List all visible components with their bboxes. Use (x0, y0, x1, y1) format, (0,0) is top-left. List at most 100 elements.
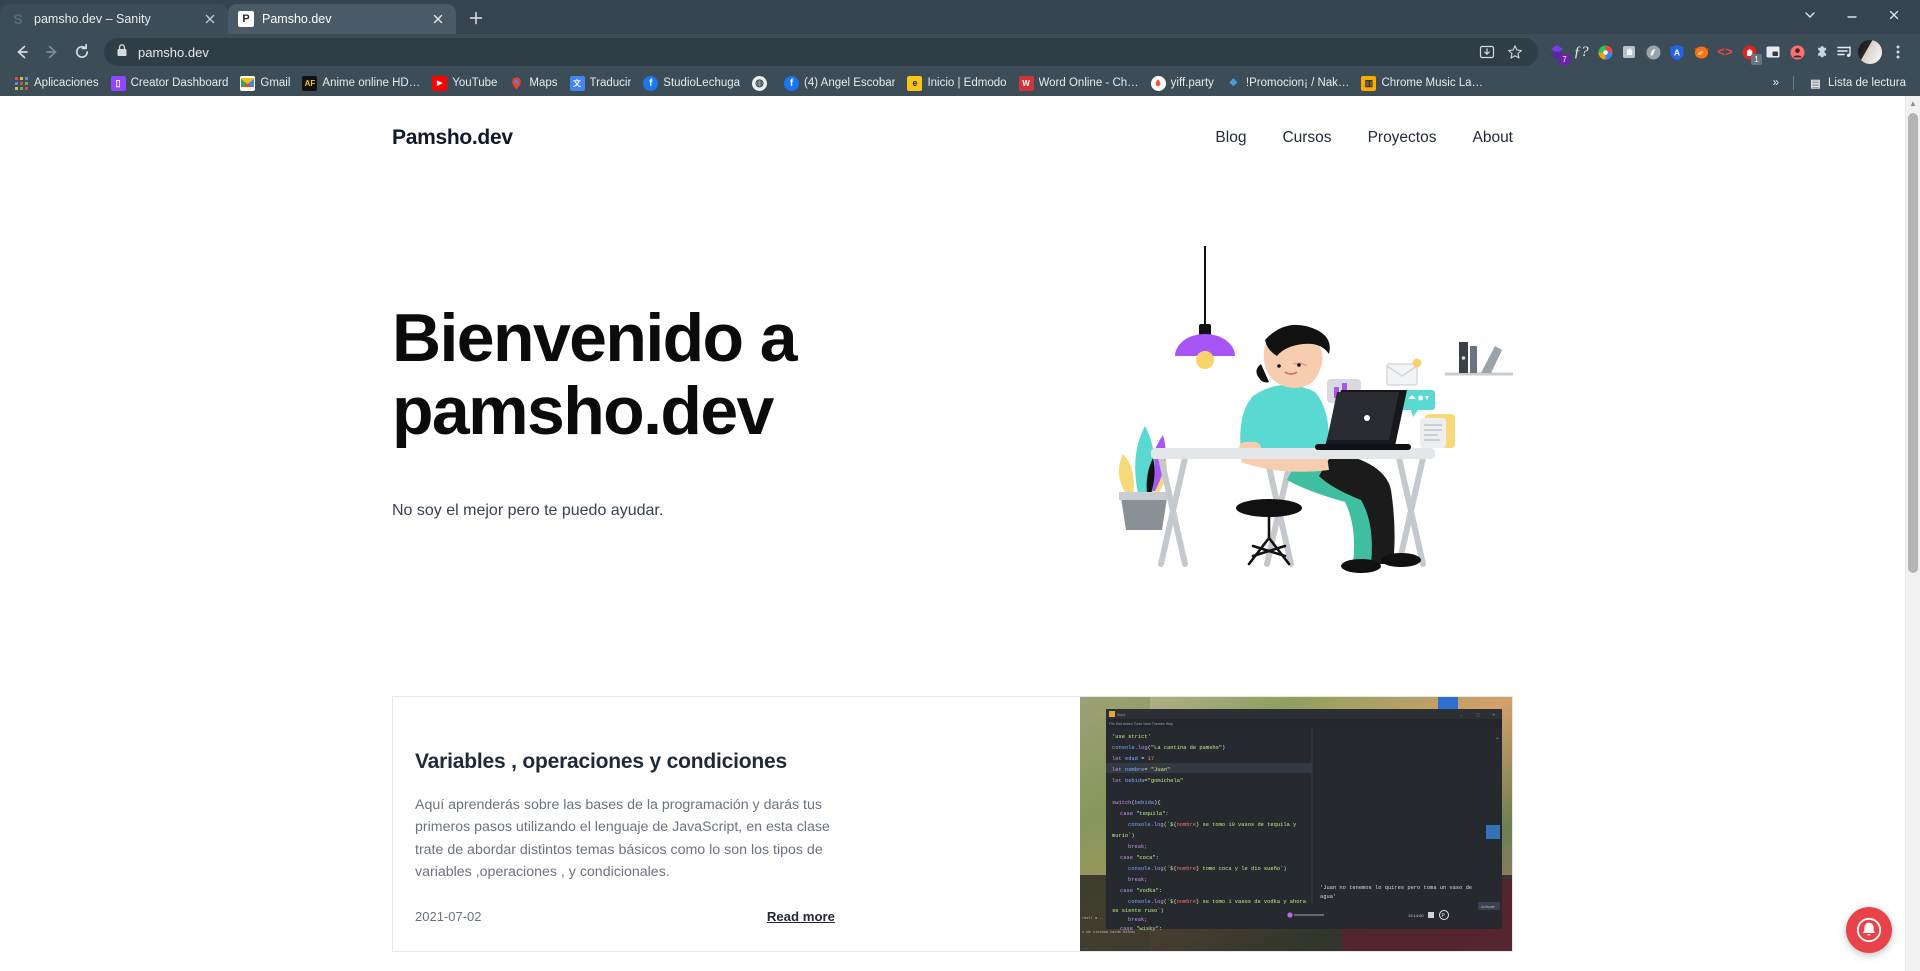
bookmark-studiolechuga[interactable]: f StudioLechuga (637, 74, 746, 93)
read-more-link[interactable]: Read more (767, 909, 835, 924)
color-picker-extension-icon[interactable] (1594, 41, 1616, 63)
pamsho-favicon-icon: P (238, 11, 254, 27)
nav-link-proyectos[interactable]: Proyectos (1368, 129, 1437, 147)
forward-icon[interactable] (38, 38, 66, 66)
stop-hand-extension-icon[interactable]: 1 (1738, 41, 1762, 65)
svg-text:13:14:00: 13:14:00 (1408, 913, 1424, 918)
extension-badge: 7 (1559, 54, 1570, 65)
bookmark-label: Creator Dashboard (130, 77, 229, 89)
web-page: Pamsho.dev Blog Cursos Proyectos About B… (0, 96, 1905, 971)
user-avatar-extension-icon[interactable] (1786, 41, 1808, 63)
svg-text:murio`): murio`) (1112, 833, 1135, 839)
back-icon[interactable] (8, 38, 36, 66)
firefox-extension-icon[interactable] (1690, 41, 1712, 63)
bookmark-youtube[interactable]: ▶ YouTube (426, 74, 503, 93)
privacy-badger-extension-icon[interactable] (1642, 41, 1664, 63)
page-viewport: Pamsho.dev Blog Cursos Proyectos About B… (0, 96, 1920, 971)
svg-text:console.log("La cantina de pam: console.log("La cantina de pamsho") (1112, 745, 1225, 751)
install-app-icon[interactable] (1476, 41, 1498, 63)
tab-pamsho[interactable]: P Pamsho.dev (228, 4, 456, 34)
twitch-icon: ▯ (110, 75, 126, 91)
svg-text:break;: break; (1128, 877, 1147, 883)
svg-text:case "vodka":: case "vodka": (1120, 888, 1162, 894)
browser-window: S pamsho.dev – Sanity P Pamsho.dev pamsh… (0, 0, 1920, 971)
svg-text:case "coca":: case "coca": (1120, 855, 1159, 861)
bookmark-aplicaciones[interactable]: Aplicaciones (8, 74, 105, 93)
lock-icon (116, 43, 128, 62)
bookmark-yiff-party[interactable]: yiff.party (1145, 74, 1220, 93)
svg-text:Sumi: Sumi (1117, 713, 1125, 717)
bookmark-gmail[interactable]: Gmail (234, 74, 296, 93)
grayscale-hand-extension-icon[interactable] (1618, 41, 1640, 63)
puzzle-extensions-icon[interactable] (1810, 41, 1832, 63)
bookmark-chrome-music-lab[interactable]: ▥ Chrome Music La… (1355, 74, 1489, 93)
reading-list-button[interactable]: ▤ Lista de lectura (1802, 74, 1912, 93)
svg-text:break;: break; (1128, 917, 1147, 923)
bookmark-maps[interactable]: Maps (503, 74, 563, 93)
svg-text:rbell m...: rbell m... (1082, 916, 1104, 921)
svg-text:Activate: Activate (1481, 904, 1496, 909)
close-icon[interactable] (430, 11, 446, 27)
chrome-menu-icon[interactable] (1884, 38, 1912, 66)
hero-title: Bienvenido a pamsho.dev (392, 299, 952, 449)
tab-strip: S pamsho.dev – Sanity P Pamsho.dev (0, 0, 1920, 34)
bookmark-label: yiff.party (1170, 77, 1214, 89)
site-brand[interactable]: Pamsho.dev (392, 126, 513, 150)
svg-text:...: ... (1082, 947, 1088, 951)
nav-link-blog[interactable]: Blog (1215, 129, 1246, 147)
reading-list-music-icon[interactable] (1834, 41, 1856, 63)
notification-bell-icon[interactable] (1846, 907, 1892, 953)
tab-search-button[interactable] (1790, 0, 1830, 30)
nakama-icon: ❖ (1228, 77, 1238, 89)
bookmark-traducir[interactable]: 文 Traducir (564, 74, 638, 93)
svg-text:A: A (1674, 47, 1680, 57)
browser-toolbar: pamsho.dev 7 ƒ? A <> 1 (0, 34, 1920, 70)
bookmark-label: !Promocion¡ / Nak… (1245, 77, 1350, 89)
tab-sanity[interactable]: S pamsho.dev – Sanity (0, 4, 228, 34)
chrome-music-lab-icon: ▥ (1361, 75, 1377, 91)
page-scrollbar[interactable]: ▲ (1905, 96, 1920, 971)
svg-text:case "tequila":: case "tequila": (1120, 811, 1169, 817)
hero-text: Bienvenido a pamsho.dev No soy el mejor … (392, 299, 952, 521)
picture-in-picture-icon[interactable] (1762, 41, 1784, 63)
svg-text:let bebida="gomichela": let bebida="gomichela" (1112, 778, 1183, 784)
new-tab-button[interactable] (462, 4, 490, 32)
bookmark-creator-dashboard[interactable]: ▯ Creator Dashboard (105, 74, 235, 93)
scrollbar-thumb[interactable] (1908, 113, 1918, 573)
svg-text:break;: break; (1128, 844, 1147, 850)
adblock-extension-icon[interactable]: A (1666, 41, 1688, 63)
post-title[interactable]: Variables , operaciones y condiciones (415, 750, 1024, 774)
hero-title-line-2: pamsho.dev (392, 373, 774, 449)
bookmark-label: YouTube (452, 77, 498, 89)
bookmark-globe[interactable]: ◍ (746, 74, 778, 93)
google-translate-icon: 文 (569, 75, 585, 91)
star-icon[interactable] (1504, 41, 1526, 63)
font-inspector-extension-icon[interactable]: ƒ? (1570, 41, 1592, 63)
bookmark-label: Anime online HD… (322, 77, 421, 89)
nav-link-about[interactable]: About (1472, 129, 1513, 147)
close-icon[interactable] (202, 11, 218, 27)
reload-icon[interactable] (68, 38, 96, 66)
bookmark-promocion-nakama[interactable]: ❖ !Promocion¡ / Nak… (1220, 74, 1356, 93)
nav-link-cursos[interactable]: Cursos (1282, 129, 1331, 147)
bookmark-inicio-edmodo[interactable]: e Inicio | Edmodo (901, 74, 1012, 93)
svg-text:'Juan no tenemos lo quires per: 'Juan no tenemos lo quires pero toma un … (1320, 885, 1472, 891)
edmodo-icon: e (907, 75, 923, 91)
code-brackets-extension-icon[interactable]: <> (1714, 41, 1736, 63)
minimize-button[interactable] (1832, 0, 1872, 30)
site-nav: Blog Cursos Proyectos About (1215, 129, 1513, 147)
profile-avatar[interactable] (1858, 40, 1882, 64)
post-card[interactable]: Variables , operaciones y condiciones Aq… (392, 696, 1513, 952)
address-bar[interactable]: pamsho.dev (104, 38, 1538, 66)
svg-text:▢: ▢ (1476, 712, 1480, 717)
bookmark-angel-escobar[interactable]: f (4) Angel Escobar (778, 74, 901, 93)
bookmarks-overflow-button[interactable]: » (1767, 75, 1785, 91)
close-window-button[interactable] (1874, 0, 1914, 30)
bookmark-word-online[interactable]: W Word Online - Ch… (1013, 74, 1145, 93)
bookmark-label: Traducir (589, 77, 632, 89)
bookmark-anime-online-hd[interactable]: AF Anime online HD… (296, 74, 426, 93)
hero-title-line-1: Bienvenido a (392, 299, 798, 376)
sanity-extension-icon[interactable]: 7 (1546, 41, 1570, 65)
scroll-up-arrow-icon[interactable]: ▲ (1906, 96, 1920, 111)
facebook-icon: f (784, 75, 800, 91)
